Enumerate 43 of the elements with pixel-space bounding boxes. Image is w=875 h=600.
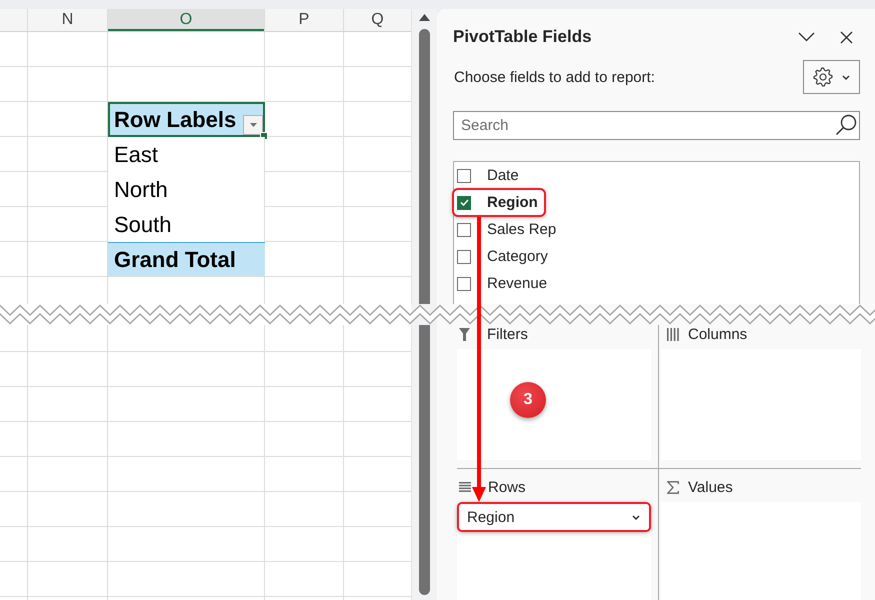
search-field[interactable]: Search <box>453 111 860 140</box>
field-label[interactable]: Revenue <box>487 275 548 292</box>
sigma-icon <box>667 480 679 494</box>
instruction-text: Choose fields to add to report: <box>454 68 655 86</box>
filter-dropdown-button[interactable] <box>243 115 263 135</box>
drop-area[interactable] <box>457 349 651 460</box>
area-label: Columns <box>688 326 748 342</box>
scroll-up-icon[interactable] <box>419 14 430 21</box>
column-header[interactable]: P <box>264 9 343 31</box>
checkmark-icon <box>460 199 468 206</box>
checkbox[interactable] <box>457 168 471 182</box>
checkbox[interactable] <box>457 222 471 236</box>
field-label[interactable]: Date <box>487 167 519 184</box>
caret-icon <box>632 514 640 520</box>
pivot-header-cell[interactable]: Row Labels <box>108 102 265 137</box>
search-icon[interactable] <box>835 114 857 136</box>
area-label: Filters <box>487 326 528 342</box>
checkbox[interactable] <box>457 276 471 290</box>
checkbox[interactable] <box>457 250 471 264</box>
field-label[interactable]: Region <box>487 194 538 211</box>
scrollbar-thumb[interactable] <box>419 29 430 304</box>
gear-icon <box>813 67 833 87</box>
drop-area[interactable]: Region <box>457 502 651 600</box>
close-icon[interactable] <box>840 30 853 44</box>
cell-text: Row Labels <box>114 106 236 132</box>
columns-icon <box>667 328 679 340</box>
caret-icon <box>842 74 850 80</box>
filter-icon <box>459 328 470 340</box>
scrollbar-thumb[interactable] <box>419 325 430 595</box>
area-label: Values <box>688 478 733 496</box>
field-label[interactable]: Category <box>487 248 548 265</box>
settings-dropdown-button[interactable] <box>803 60 860 94</box>
checkbox[interactable] <box>457 196 471 210</box>
pane-title: PivotTable Fields <box>453 27 592 47</box>
grand-total-cell: Grand Total <box>108 242 265 276</box>
chevron-down-icon[interactable] <box>798 32 815 42</box>
area-field-button[interactable]: Region <box>459 504 649 530</box>
row-label-cell: East <box>108 137 265 172</box>
column-header[interactable]: O <box>107 9 264 31</box>
rows-icon <box>459 482 471 492</box>
field-label[interactable]: Sales Rep <box>487 221 556 238</box>
area-label: Rows <box>488 478 526 496</box>
caret-icon <box>250 123 256 127</box>
